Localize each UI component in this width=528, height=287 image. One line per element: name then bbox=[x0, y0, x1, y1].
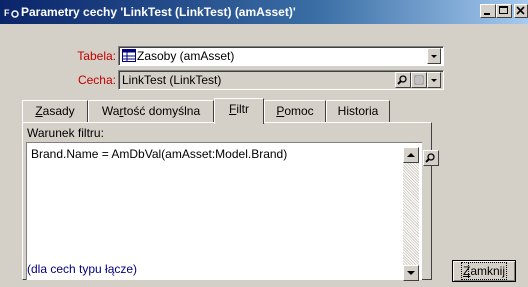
tab-filtr-label: iltr bbox=[236, 102, 249, 116]
close-button-rest: amknij bbox=[468, 262, 507, 280]
close-window-button[interactable] bbox=[514, 4, 528, 18]
close-button[interactable]: Zamknij bbox=[452, 260, 516, 282]
svg-text:F: F bbox=[4, 8, 10, 18]
table-combobox[interactable]: Zasoby (amAsset) bbox=[118, 46, 444, 66]
maximize-button[interactable] bbox=[496, 4, 512, 18]
filter-label: Warunek filtru: bbox=[27, 126, 104, 140]
table-icon bbox=[122, 49, 136, 67]
title-bar[interactable]: F Parametry cechy 'LinkTest (LinkTest) (… bbox=[0, 0, 528, 24]
window-title: Parametry cechy 'LinkTest (LinkTest) (am… bbox=[21, 5, 296, 19]
tab-zasady-accel: Z bbox=[35, 104, 43, 118]
expression-search-button[interactable] bbox=[423, 150, 439, 166]
minimize-button[interactable] bbox=[480, 4, 496, 18]
feature-dropdown-button[interactable] bbox=[427, 72, 441, 88]
scroll-down-button[interactable] bbox=[403, 265, 419, 281]
search-button[interactable] bbox=[395, 72, 411, 88]
feature-label: Cecha: bbox=[77, 73, 116, 87]
tab-pomoc[interactable]: Pomoc bbox=[264, 100, 326, 122]
tab-historia[interactable]: Historia bbox=[326, 100, 390, 122]
filter-expression-text: Brand.Name = AmDbVal(amAsset:Model.Brand… bbox=[31, 147, 288, 161]
feature-value: LinkTest (LinkTest) bbox=[122, 73, 222, 87]
table-dropdown-button[interactable] bbox=[427, 48, 441, 64]
feature-field[interactable]: LinkTest (LinkTest) bbox=[118, 70, 444, 90]
filter-panel: Warunek filtru: Brand.Name = AmDbVal(amA… bbox=[22, 122, 439, 281]
tab-pomoc-label: omoc bbox=[284, 104, 314, 118]
tab-wartosc-label: tość domyślna bbox=[123, 104, 201, 118]
properties-icon: F bbox=[4, 4, 20, 20]
tab-filtr[interactable]: Filtr bbox=[214, 98, 264, 124]
tab-historia-label: Historia bbox=[337, 104, 379, 118]
filter-help-text: (dla cech typu łącze) bbox=[27, 262, 138, 276]
tab-zasady[interactable]: Zasady bbox=[22, 100, 88, 122]
filter-expression-editor[interactable]: Brand.Name = AmDbVal(amAsset:Model.Brand… bbox=[26, 142, 422, 281]
tab-zasady-label: asady bbox=[42, 104, 75, 118]
vertical-scrollbar[interactable] bbox=[403, 147, 419, 281]
tab-wartosc-domyslna[interactable]: Wartość domyślna bbox=[88, 100, 214, 122]
close-button-label: Zamknij bbox=[460, 262, 508, 280]
table-label: Tabela: bbox=[77, 49, 116, 63]
tab-wartosc-prefix: Wa bbox=[101, 104, 120, 118]
scroll-up-button[interactable] bbox=[403, 147, 419, 163]
details-button[interactable] bbox=[411, 72, 427, 88]
table-value: Zasoby (amAsset) bbox=[137, 49, 235, 63]
